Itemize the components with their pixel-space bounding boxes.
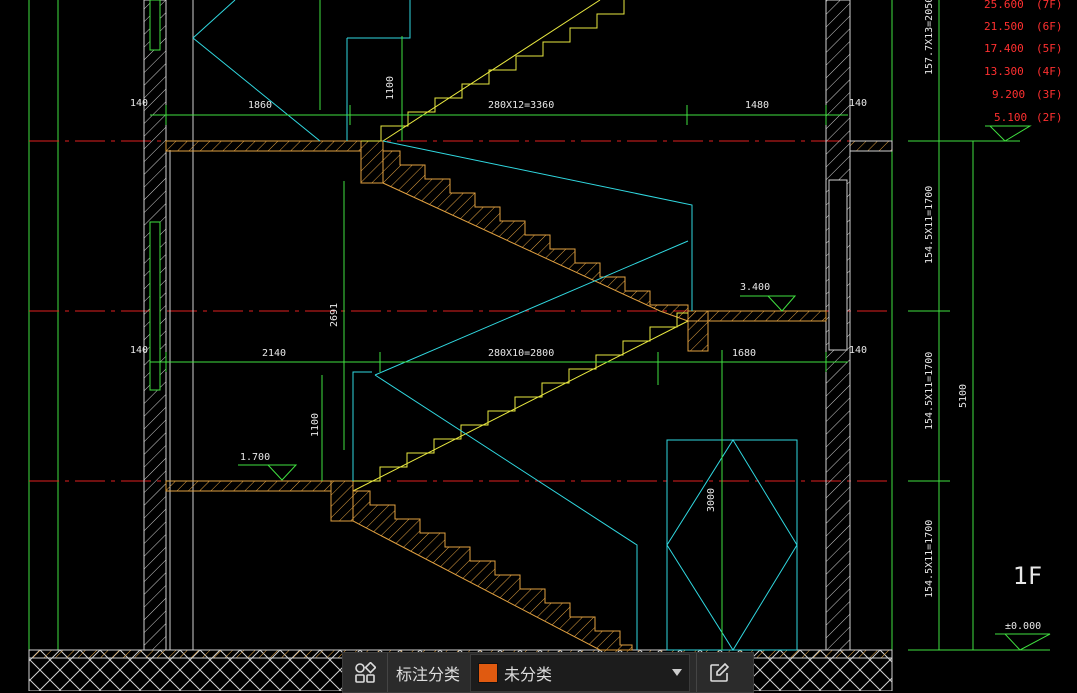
dim-140-top-left: 140 [130,98,148,109]
dim-1100-lower: 1100 [310,413,321,437]
right-wall [825,0,851,651]
dim-5100: 5100 [958,384,969,408]
dim-3000: 3000 [706,488,717,512]
chevron-down-icon [672,668,683,676]
level-value: 5.100 [994,111,1027,124]
dim-157-7x13: 157.7X13=2050 [924,0,935,75]
level-floor: (3F) [1036,88,1063,101]
dim-154-5x11-a: 154.5X11=1700 [924,186,935,264]
dim-2140: 2140 [262,348,286,359]
dim-154-5x11-b: 154.5X11=1700 [924,352,935,430]
dim-1680: 1680 [732,348,756,359]
dim-280x12: 280X12=3360 [488,100,554,111]
cad-drawing-canvas[interactable]: 140 1860 280X12=3360 1480 140 1100 2691 … [0,0,1077,691]
left-wall [143,0,194,651]
elev-1700: 1.700 [240,452,270,463]
dim-1100-upper: 1100 [385,76,396,100]
landing-slabs [165,140,893,522]
level-value: 21.500 [984,20,1024,33]
level-floor: (2F) [1036,111,1063,124]
edit-icon[interactable] [697,653,741,692]
level-value: 13.300 [984,65,1024,78]
dim-140-mid-left: 140 [130,345,148,356]
level-floor: (5F) [1036,42,1063,55]
floor-label: 1F [1013,562,1042,590]
dim-280x10: 280X10=2800 [488,348,554,359]
dimension-category-toolbar: 标注分类 未分类 [342,652,754,693]
category-dropdown[interactable]: 未分类 [470,653,691,692]
level-floor: (4F) [1036,65,1063,78]
category-selected-value: 未分类 [504,664,553,684]
dim-140-top-right: 140 [849,98,867,109]
dimension-lines [150,0,1051,651]
level-list: 25.600 (7F) 21.500 (6F) 17.400 (5F) 13.3… [984,0,1063,124]
elev-3400: 3.400 [740,282,770,293]
grid-apps-icon[interactable] [343,653,387,692]
level-value: 25.600 [984,0,1024,11]
dim-140-mid-right: 140 [849,345,867,356]
dim-2691: 2691 [329,303,340,327]
category-color-swatch [478,662,499,683]
elev-0000: ±0.000 [1005,621,1041,632]
dim-1860: 1860 [248,100,272,111]
level-value: 17.400 [984,42,1024,55]
toolbar-label: 标注分类 [396,664,461,684]
level-floor: (7F) [1036,0,1063,11]
level-floor: (6F) [1036,20,1063,33]
stair-flights [352,0,689,651]
level-value: 9.200 [992,88,1025,101]
dim-154-5x11-c: 154.5X11=1700 [924,520,935,598]
dim-1480: 1480 [745,100,769,111]
